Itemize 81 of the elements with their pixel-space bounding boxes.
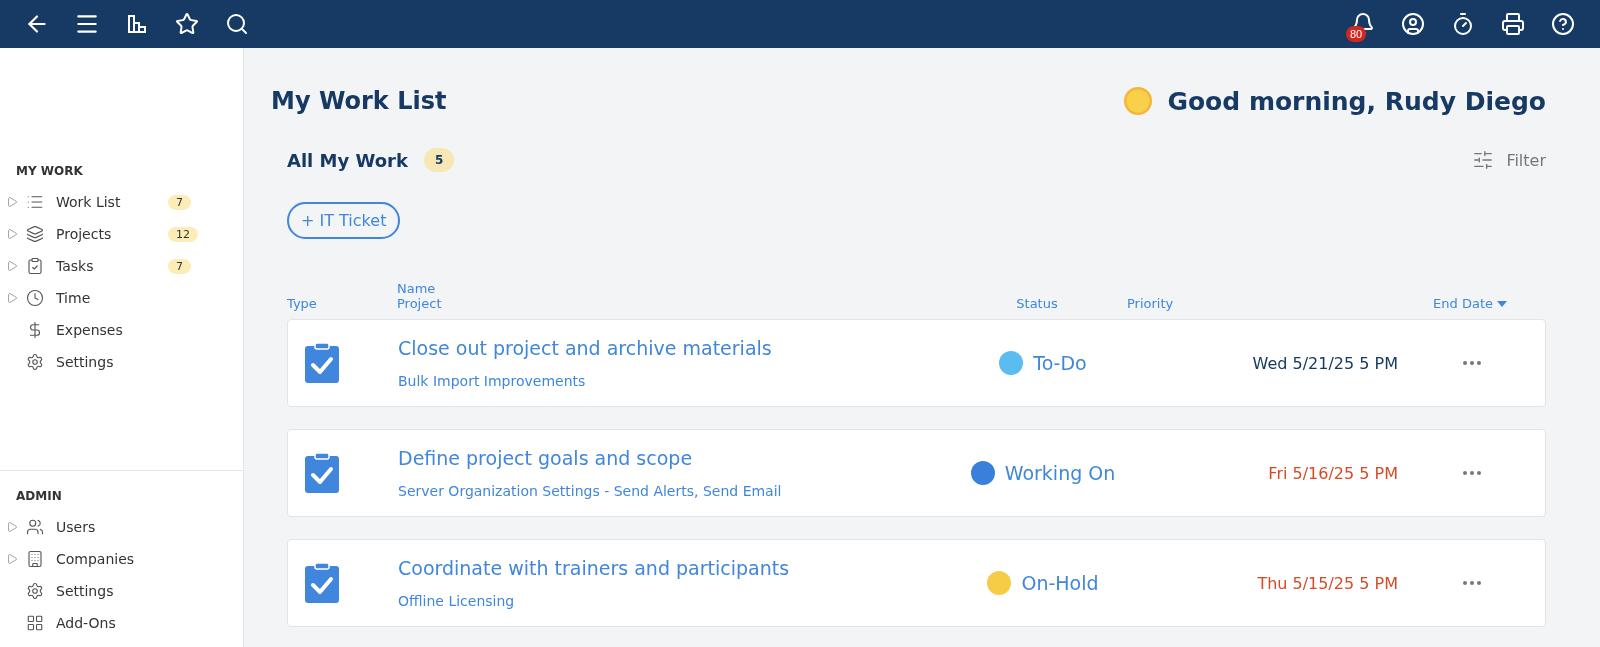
project-link[interactable]: Offline Licensing [398,593,898,609]
column-header[interactable]: End Date [1433,296,1507,311]
count-badge: 12 [168,226,198,242]
count-badge: 7 [168,194,191,210]
ellipsis-icon [1462,471,1481,475]
section-title: All My Work [287,149,408,171]
sidebar-heading: MY WORK [15,163,84,180]
column-header[interactable]: Status [1016,296,1058,311]
work-item-card[interactable]: Coordinate with trainers and participants Offline Licensing On-Hold Thu 5/15/25 5 PM [287,539,1546,627]
stack-icon [26,225,44,243]
page-title: My Work List [271,87,447,115]
users-icon [26,518,44,536]
column-header[interactable]: Project [397,296,947,311]
greeting: Good morning, Rudy Diego [1167,86,1546,116]
task-name-link[interactable]: Close out project and archive materials [398,337,898,359]
sidebar-item-label: Add-Ons [56,615,117,631]
sidebar-item[interactable]: Work List 7 [0,186,243,218]
sidebar-item-label: Work List [56,194,122,210]
sidebar-item[interactable]: Companies [0,543,243,575]
sidebar-item[interactable]: Time [0,282,243,314]
count-badge: 5 [423,148,455,172]
notification-count: 80 [1346,26,1367,42]
help-icon [1551,12,1575,36]
clipboard-check-icon [26,257,44,275]
sidebar-item[interactable]: Expenses [0,314,243,346]
count-badge: 7 [168,258,191,274]
end-date: Fri 5/16/25 5 PM [1267,463,1398,483]
sidebar-item[interactable]: Users [0,511,243,543]
sidebar-heading: ADMIN [15,488,63,505]
star-icon [175,12,199,36]
stopwatch-icon [1451,12,1475,36]
sidebar-item-label: Tasks [56,258,95,274]
sidebar-item[interactable]: Projects 12 [0,218,243,250]
column-header[interactable]: Name [397,281,947,296]
project-link[interactable]: Bulk Import Improvements [398,373,898,389]
settings-icon [26,353,44,371]
settings-icon [26,582,44,600]
more-button[interactable] [1462,471,1481,475]
printer-icon [1501,12,1525,36]
clipboard-check-icon [304,342,340,384]
ellipsis-icon [1462,581,1481,585]
end-date: Thu 5/15/25 5 PM [1256,573,1398,593]
more-button[interactable] [1462,361,1481,365]
sidebar-item-label: Users [56,519,97,535]
building-icon [26,550,44,568]
filter-button[interactable]: Filter [1472,149,1546,171]
work-item-card[interactable]: Close out project and archive materials Bulk Import Improvements To-Do Wed 5/21/25 5 PM [287,319,1546,407]
grid-icon [26,614,44,632]
bar-chart-icon [126,13,148,35]
status-label: Working On [1004,462,1116,484]
end-date: Wed 5/21/25 5 PM [1251,353,1398,373]
ellipsis-icon [1462,361,1481,365]
sidebar-item-label: Settings [56,354,115,370]
sliders-icon [1472,149,1495,171]
work-item-card[interactable]: Define project goals and scope Server Organization Settings - Send Alerts, Send Email Working On Fri 5/16/25 5 PM [287,429,1546,517]
sidebar-item-label: Projects [56,226,113,242]
sidebar-item[interactable]: Tasks 7 [0,250,243,282]
user-icon [1401,12,1425,36]
clipboard-check-icon [304,452,340,494]
sidebar-item-label: Expenses [56,322,124,338]
clock-icon [26,289,44,307]
project-link[interactable]: Server Organization Settings - Send Alerts, Send Email [398,483,898,499]
search-icon [225,12,249,36]
more-button[interactable] [1462,581,1481,585]
new-ticket-button[interactable]: + IT Ticket [287,202,401,239]
clipboard-check-icon [304,562,340,604]
sidebar-item-label: Companies [56,551,136,567]
task-name-link[interactable]: Coordinate with trainers and participants [398,557,898,579]
sun-icon [1123,86,1154,116]
sidebar-item[interactable]: Settings [0,575,243,607]
notifications-button[interactable]: 80 [1338,4,1388,44]
sidebar-item-label: Settings [56,583,115,599]
status-label: On-Hold [1021,572,1099,594]
sidebar-item[interactable]: Settings [0,346,243,378]
task-name-link[interactable]: Define project goals and scope [398,447,898,469]
column-header[interactable]: Type [287,296,397,311]
sidebar-item[interactable]: Add-Ons [0,607,243,639]
sidebar-item-label: Time [56,290,92,306]
column-header[interactable]: Priority [1127,296,1317,311]
status-label: To-Do [1033,352,1087,374]
list-icon [26,193,44,211]
